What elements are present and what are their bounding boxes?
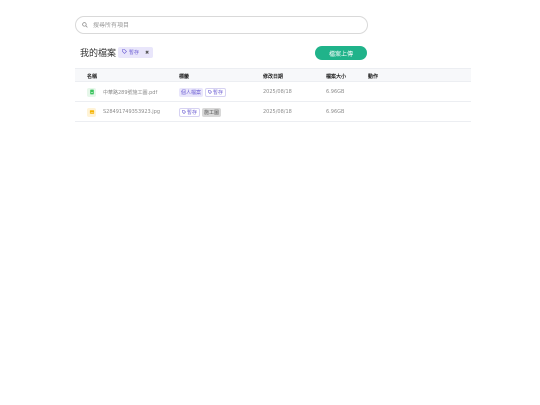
tag-icon (122, 49, 127, 56)
filter-chip[interactable]: 暫存 ✖ (118, 47, 154, 58)
column-header-date[interactable]: 修改日期 (263, 73, 283, 80)
image-file-icon (87, 107, 96, 117)
tag-badge[interactable]: 暫存 (205, 87, 227, 97)
tag-icon (182, 110, 186, 114)
column-header-size[interactable]: 檔案大小 (326, 73, 346, 80)
search-icon (82, 21, 90, 29)
file-name[interactable]: S28491749353923.jpg (103, 109, 160, 115)
page-title: 我的檔案 (80, 49, 117, 59)
column-header-tags[interactable]: 標籤 (179, 73, 189, 80)
column-header-name[interactable]: 名稱 (87, 73, 97, 80)
table-row[interactable]: 中華路289號施工圖.pdf 個人檔案 暫存 2025/08/18 6.96GB (75, 82, 471, 102)
search-input[interactable] (93, 21, 353, 29)
file-table: 名稱 標籤 修改日期 檔案大小 動作 中華路289號施工圖.pdf 個人檔案 暫… (75, 68, 471, 122)
file-size: 6.96GB (326, 89, 345, 95)
tag-badge[interactable]: 暫存 (179, 107, 201, 117)
tag-badge[interactable]: 個人檔案 (179, 87, 204, 97)
close-icon[interactable]: ✖ (145, 50, 149, 56)
tag-label: 暫存 (213, 89, 224, 96)
table-row[interactable]: S28491749353923.jpg 暫存 施工圖 2025/08/18 6.… (75, 102, 471, 122)
file-name[interactable]: 中華路289號施工圖.pdf (103, 89, 157, 96)
upload-button[interactable]: 檔案上傳 (315, 46, 367, 60)
search-bar[interactable] (75, 16, 368, 34)
file-name-cell[interactable]: S28491749353923.jpg (87, 102, 160, 122)
table-header: 名稱 標籤 修改日期 檔案大小 動作 (75, 68, 471, 82)
modified-date: 2025/08/18 (263, 109, 292, 115)
file-tags-cell: 個人檔案 暫存 (179, 82, 227, 102)
modified-date: 2025/08/18 (263, 89, 292, 95)
filter-chip-label: 暫存 (129, 50, 140, 56)
file-name-cell[interactable]: 中華路289號施工圖.pdf (87, 82, 157, 102)
file-tags-cell: 暫存 施工圖 (179, 102, 222, 122)
file-size: 6.96GB (326, 109, 345, 115)
column-header-action: 動作 (368, 74, 379, 80)
pdf-file-icon (87, 87, 96, 97)
tag-badge[interactable]: 施工圖 (202, 107, 222, 117)
tag-icon (208, 90, 213, 94)
tag-label: 暫存 (187, 109, 198, 116)
